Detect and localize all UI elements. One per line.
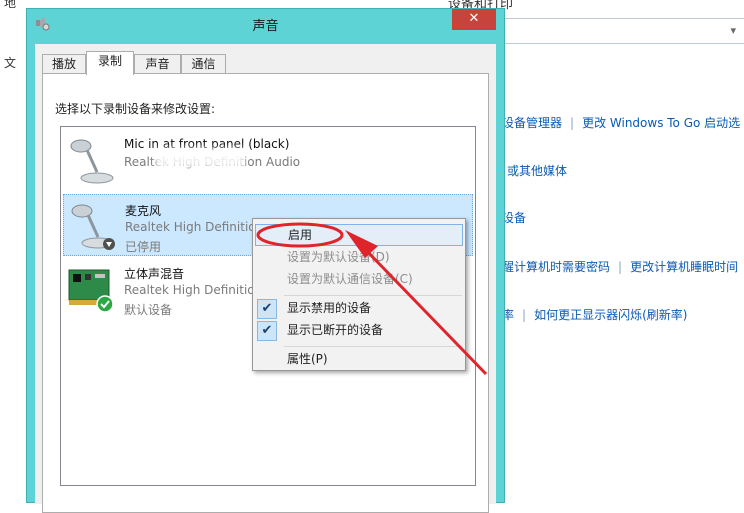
dialog-title: 声音	[252, 19, 279, 34]
menu-item-set-default: 设置为默认设备(D)	[255, 247, 463, 269]
microphone-icon	[70, 139, 114, 184]
sound-card-icon	[68, 269, 114, 313]
link-separator: |	[522, 308, 527, 322]
device-status: 默认设备	[124, 303, 173, 317]
background-link[interactable]: 设备	[502, 211, 526, 225]
menu-item-properties[interactable]: 属性(P)	[255, 349, 463, 371]
menu-separator	[284, 346, 462, 347]
menu-item-label: 属性(P)	[287, 352, 328, 366]
microphone-icon	[71, 204, 115, 250]
background-link[interactable]: 或其他媒体	[507, 164, 567, 178]
background-link-row: 设备	[502, 209, 526, 226]
background-link[interactable]: 设备管理器	[502, 116, 562, 130]
menu-item-show-disconnected[interactable]: ✔ 显示已断开的设备	[255, 320, 463, 342]
menu-item-set-default-comm: 设置为默认通信设备(C)	[255, 269, 463, 291]
close-icon: ✕	[468, 11, 480, 26]
device-driver: Realtek High Definition	[124, 283, 263, 297]
menu-item-show-disabled[interactable]: ✔ 显示禁用的设备	[255, 298, 463, 320]
background-address-bar[interactable]: ▾	[495, 18, 744, 44]
link-separator: |	[570, 116, 575, 130]
background-link[interactable]: 醒计算机时需要密码	[502, 260, 610, 274]
link-separator: |	[618, 260, 623, 274]
background-window-edge: 地 文	[0, 0, 26, 498]
tab-recording[interactable]: 录制	[86, 51, 134, 75]
device-item-front-mic[interactable]: Mic in at front panel (black) Realtek Hi…	[63, 130, 473, 192]
device-name: 立体声混音	[124, 267, 185, 281]
background-link[interactable]: 更改计算机睡眠时间	[630, 260, 738, 274]
background-glyph: 地	[4, 0, 17, 10]
background-link-row: 或其他媒体	[507, 162, 567, 179]
close-button[interactable]: ✕	[452, 9, 496, 30]
background-link-row: 率 | 如何更正显示器闪烁(刷新率)	[502, 306, 687, 323]
menu-item-label: 显示已断开的设备	[287, 323, 384, 337]
checkmark-icon: ✔	[257, 321, 277, 341]
redaction-blur	[155, 148, 245, 168]
menu-separator	[284, 295, 462, 296]
background-link[interactable]: 如何更正显示器闪烁(刷新率)	[534, 308, 687, 322]
background-link[interactable]: 更改 Windows To Go 启动选	[582, 116, 740, 130]
menu-item-label: 设置为默认设备(D)	[287, 250, 390, 264]
device-context-menu: 启用 设置为默认设备(D) 设置为默认通信设备(C) ✔ 显示禁用的设备 ✔ 显…	[252, 218, 466, 371]
dialog-title-bar[interactable]: 声音 ✕	[27, 9, 504, 37]
menu-item-label: 启用	[288, 228, 313, 242]
device-status: 已停用	[125, 240, 162, 254]
menu-item-label: 显示禁用的设备	[287, 301, 372, 315]
device-name: 麦克风	[125, 204, 162, 218]
background-link-row: 设备管理器 | 更改 Windows To Go 启动选	[502, 114, 740, 131]
tab-communications[interactable]: 通信	[181, 54, 226, 74]
instruction-text: 选择以下录制设备来修改设置:	[55, 102, 216, 116]
tab-sounds[interactable]: 声音	[134, 54, 181, 74]
background-glyph: 文	[4, 56, 17, 70]
background-link-row: 醒计算机时需要密码 | 更改计算机睡眠时间	[502, 258, 738, 275]
checkmark-icon: ✔	[257, 299, 277, 319]
chevron-down-icon[interactable]: ▾	[730, 24, 736, 37]
tab-playback[interactable]: 播放	[42, 54, 86, 74]
menu-item-label: 设置为默认通信设备(C)	[287, 272, 413, 286]
menu-item-enable[interactable]: 启用	[255, 224, 463, 246]
